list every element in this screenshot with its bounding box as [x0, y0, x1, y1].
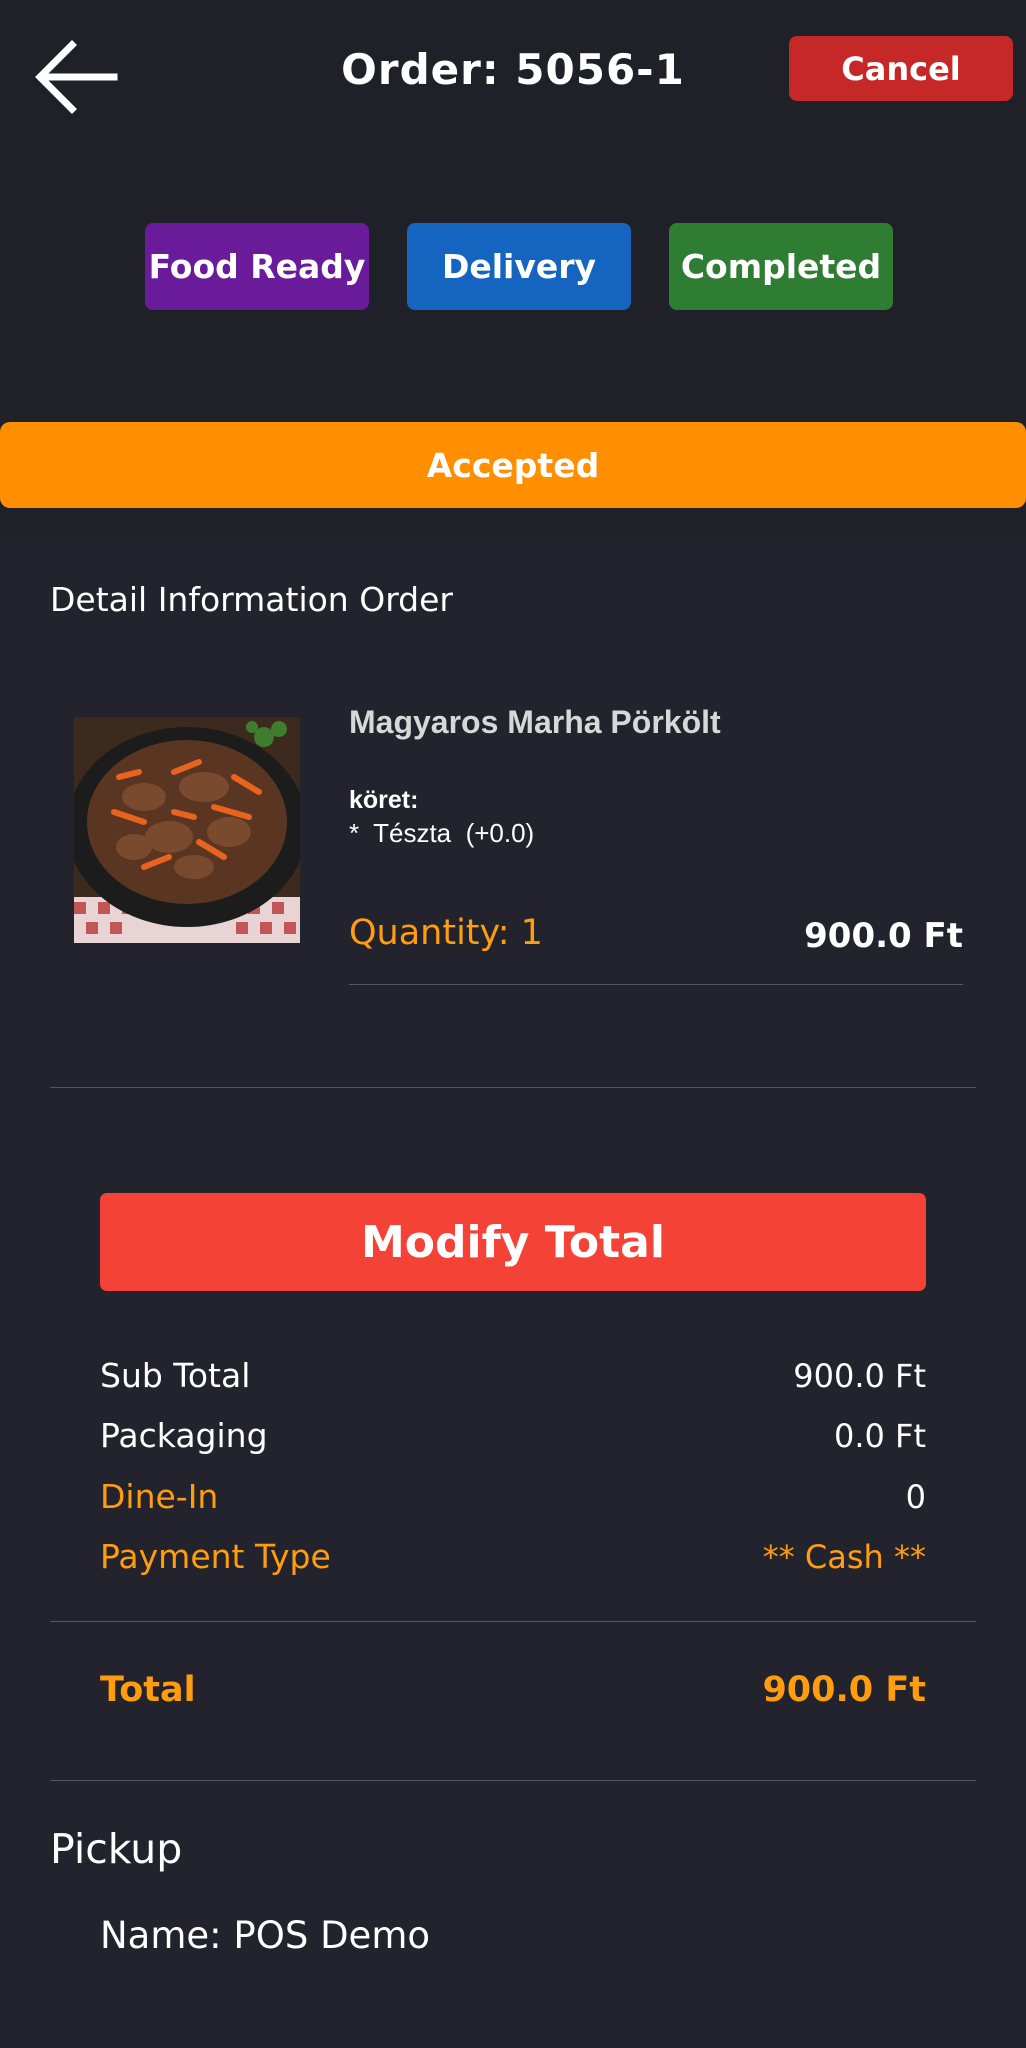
item-quantity: Quantity: 1 [349, 913, 543, 953]
item-price: 900.0 Ft [804, 916, 963, 956]
food-ready-button[interactable]: Food Ready [145, 223, 369, 310]
option-item: * Tészta (+0.0) [349, 818, 535, 848]
food-image [74, 717, 300, 943]
subtotal-value: 900.0 Ft [793, 1357, 926, 1395]
modify-total-button[interactable]: Modify Total [100, 1193, 926, 1291]
total-label: Total [100, 1670, 196, 1710]
item-divider [349, 984, 963, 985]
item-name: Magyaros Marha Pörkölt [349, 704, 721, 740]
total-value: 900.0 Ft [762, 1670, 926, 1710]
dinein-label: Dine-In [100, 1477, 219, 1516]
payment-type-label: Payment Type [100, 1537, 331, 1576]
total-divider [50, 1780, 976, 1781]
summary-divider [50, 1621, 976, 1622]
section-heading: Detail Information Order [50, 580, 453, 619]
delivery-button[interactable]: Delivery [407, 223, 631, 310]
pickup-heading: Pickup [50, 1825, 183, 1873]
pickup-name: Name: POS Demo [100, 1914, 431, 1957]
dinein-value: 0 [905, 1478, 926, 1516]
status-badge: Accepted [0, 422, 1026, 508]
subtotal-label: Sub Total [100, 1356, 251, 1395]
cancel-button[interactable]: Cancel [789, 36, 1013, 101]
section-divider [50, 1087, 976, 1088]
payment-type-value: ** Cash ** [762, 1538, 926, 1576]
option-group-label: köret: [349, 786, 419, 814]
packaging-label: Packaging [100, 1416, 268, 1455]
completed-button[interactable]: Completed [669, 223, 893, 310]
packaging-value: 0.0 Ft [833, 1417, 926, 1455]
